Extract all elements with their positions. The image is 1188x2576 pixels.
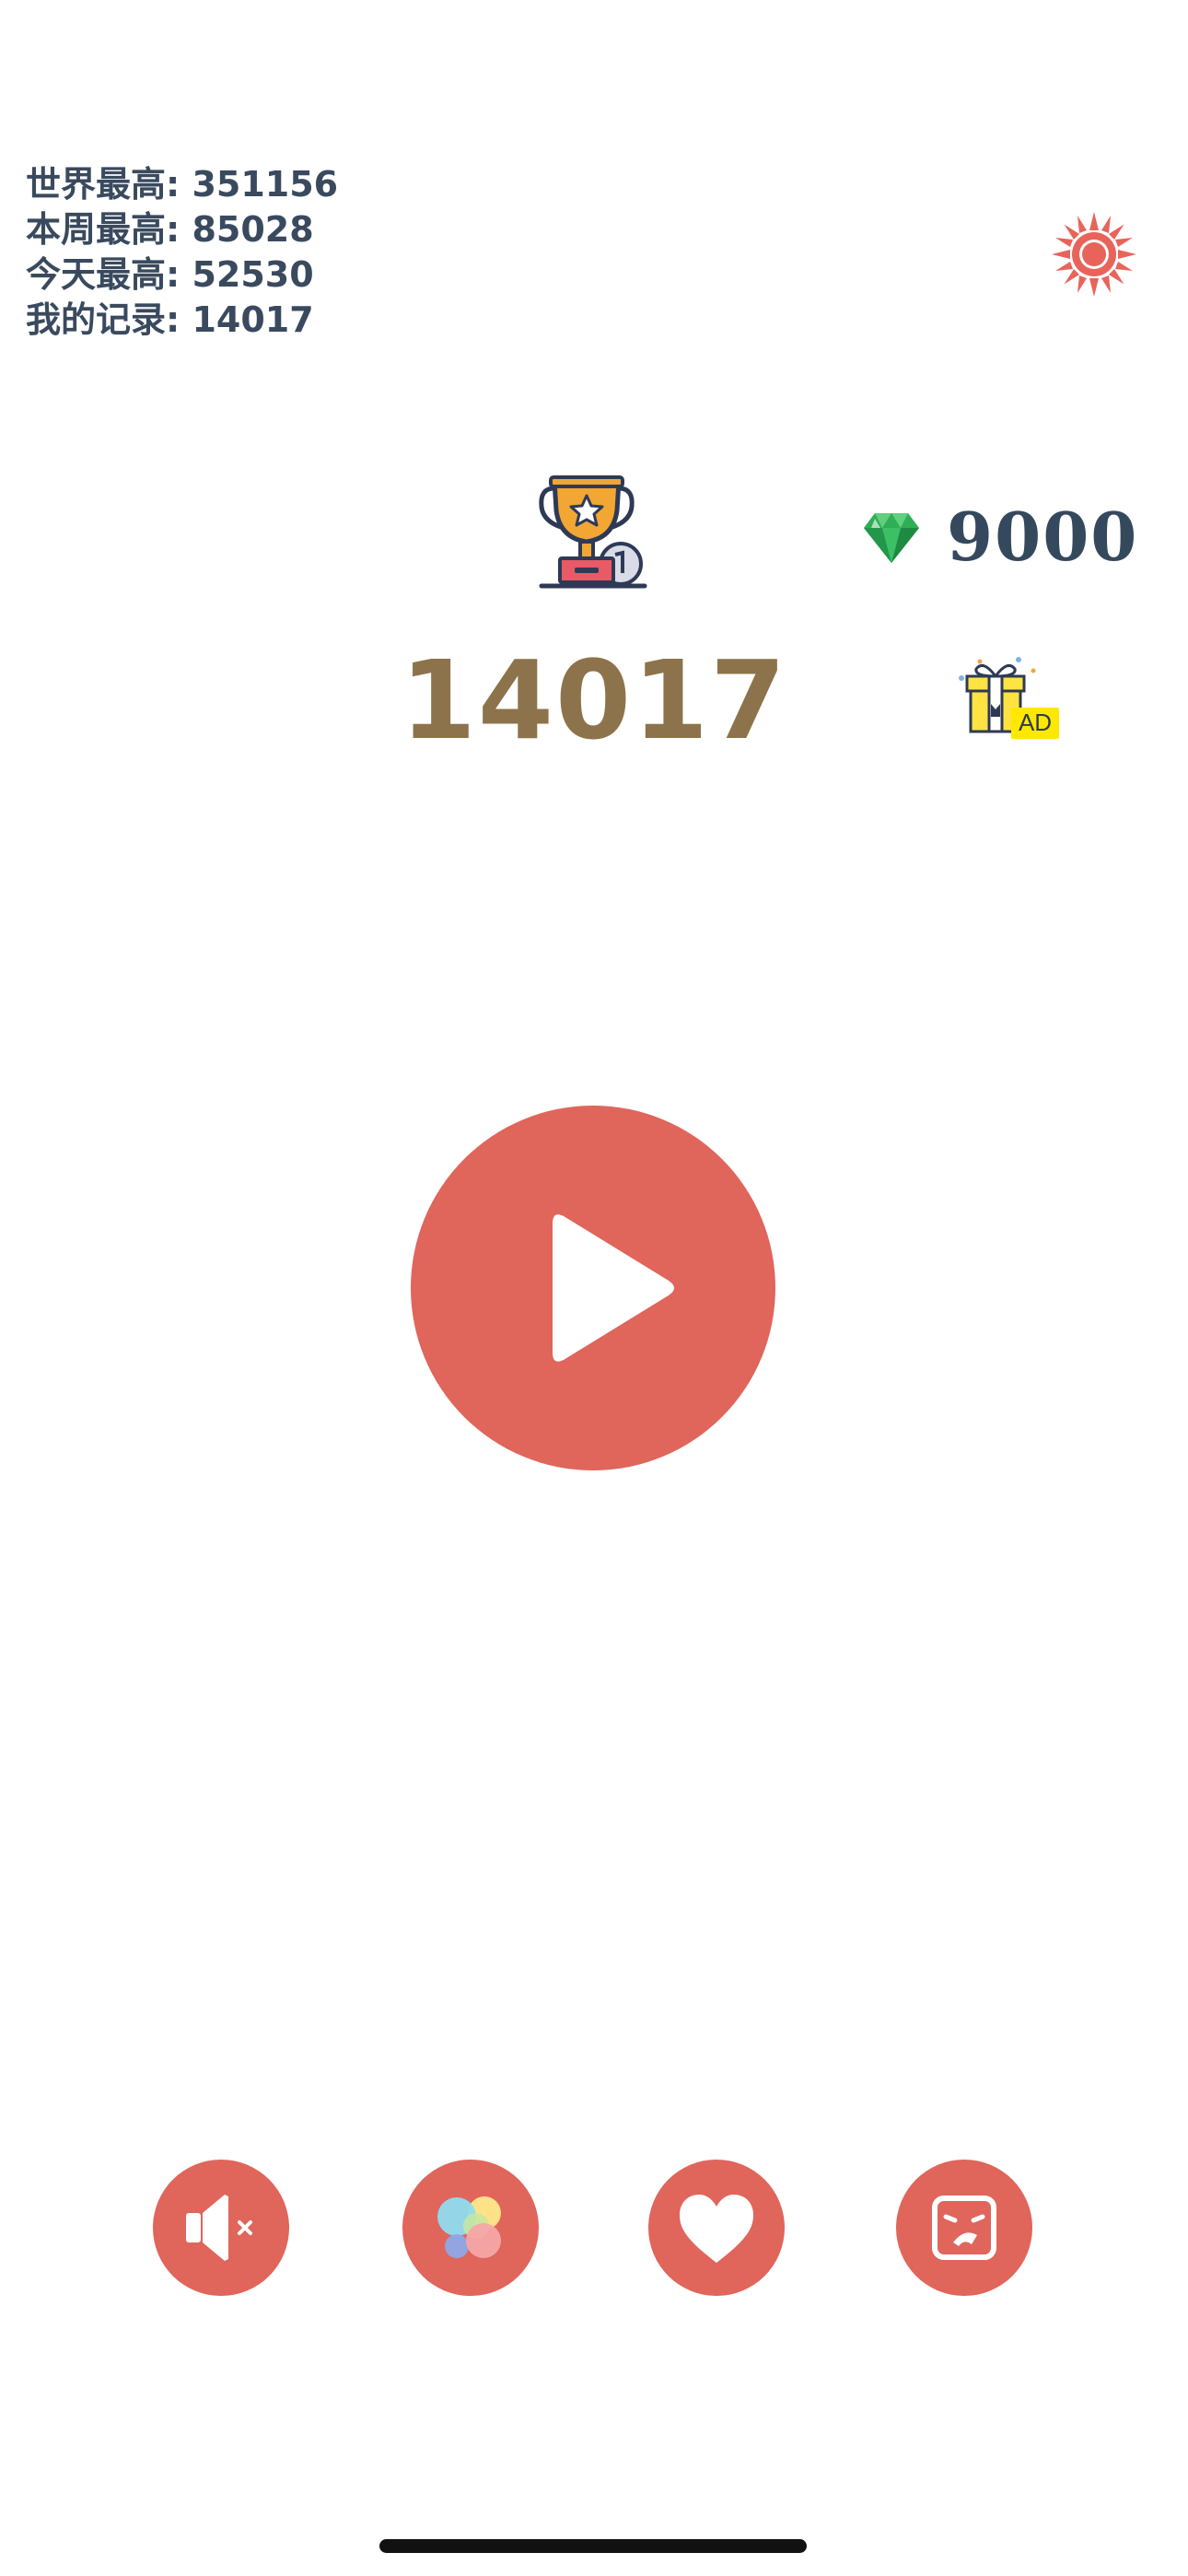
trophy-icon bbox=[539, 475, 647, 589]
score-row-today: 今天最高: 52530 bbox=[26, 252, 338, 298]
score-row-world: 世界最高: 351156 bbox=[26, 162, 338, 207]
gem-count: 9000 bbox=[947, 498, 1139, 576]
ad-badge-label: AD bbox=[1019, 708, 1052, 736]
heart-icon bbox=[680, 2195, 753, 2263]
theme-button[interactable] bbox=[402, 2160, 539, 2296]
score-row-week: 本周最高: 85028 bbox=[26, 207, 338, 252]
score-value: 351156 bbox=[192, 164, 339, 205]
score-label: 本周最高: bbox=[26, 209, 192, 250]
home-indicator[interactable] bbox=[379, 2539, 807, 2553]
score-value: 14017 bbox=[192, 299, 314, 340]
play-button[interactable] bbox=[411, 1106, 775, 1470]
ad-gift-button[interactable]: AD bbox=[954, 656, 1063, 744]
color-palette-icon bbox=[437, 2196, 501, 2258]
face-button[interactable] bbox=[896, 2160, 1032, 2296]
sound-toggle-button[interactable] bbox=[153, 2160, 289, 2296]
diamond-icon bbox=[864, 513, 919, 563]
speaker-muted-icon bbox=[186, 2195, 252, 2261]
score-label: 今天最高: bbox=[26, 254, 192, 295]
settings-button[interactable] bbox=[1050, 210, 1138, 299]
play-icon bbox=[553, 1214, 674, 1362]
score-row-mine: 我的记录: 14017 bbox=[26, 298, 338, 343]
sun-icon bbox=[1052, 212, 1136, 297]
score-value: 85028 bbox=[192, 209, 314, 250]
angry-face-icon bbox=[932, 2195, 996, 2260]
gem-counter: 9000 bbox=[862, 498, 1139, 576]
like-button[interactable] bbox=[648, 2160, 785, 2296]
gift-icon: AD bbox=[959, 657, 1059, 739]
score-value: 52530 bbox=[192, 254, 314, 295]
score-label: 我的记录: bbox=[26, 299, 192, 340]
score-board: 世界最高: 351156 本周最高: 85028 今天最高: 52530 我的记… bbox=[26, 162, 338, 343]
trophy bbox=[536, 475, 650, 591]
score-label: 世界最高: bbox=[26, 164, 192, 205]
